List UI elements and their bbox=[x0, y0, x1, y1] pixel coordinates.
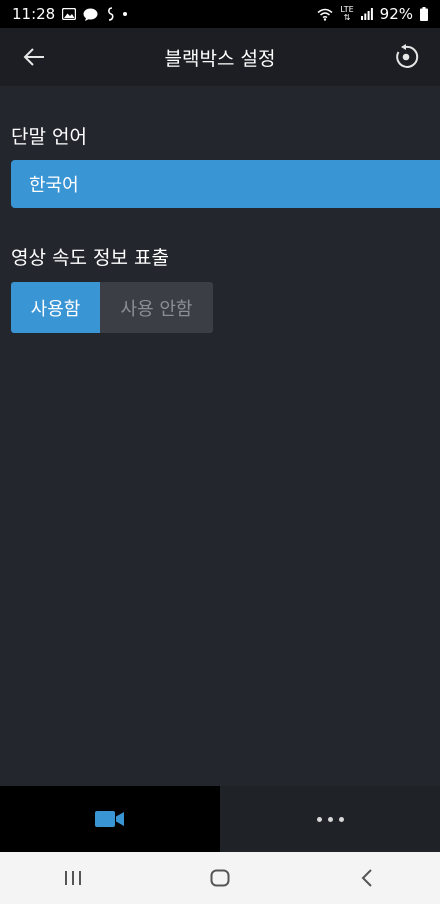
status-left: 11:28 bbox=[12, 5, 128, 23]
page-title: 블랙박스 설정 bbox=[164, 47, 276, 70]
home-icon bbox=[210, 869, 230, 887]
lte-arrows-icon: ⇅ bbox=[343, 13, 351, 22]
battery-icon bbox=[420, 7, 428, 21]
tab-blackbox[interactable] bbox=[0, 786, 220, 852]
battery-level: 92% bbox=[379, 5, 413, 23]
video-camera-icon bbox=[95, 811, 124, 827]
back-button[interactable] bbox=[14, 37, 54, 77]
more-notifications-dot-icon bbox=[122, 11, 128, 17]
wifi-icon bbox=[317, 8, 333, 21]
more-dots-icon bbox=[316, 816, 344, 822]
speed-overlay-disable-button[interactable]: 사용 안함 bbox=[100, 282, 213, 333]
recent-apps-icon bbox=[65, 871, 82, 885]
app-header: 블랙박스 설정 bbox=[0, 28, 440, 86]
system-back-button[interactable] bbox=[337, 858, 397, 898]
status-bar: 11:28 LTE ⇅ 92% bbox=[0, 0, 440, 28]
bottom-tab-bar bbox=[0, 786, 440, 852]
speed-overlay-label: 영상 속도 정보 표출 bbox=[11, 247, 169, 269]
reset-icon bbox=[396, 44, 419, 68]
status-right: LTE ⇅ 92% bbox=[317, 5, 428, 23]
gallery-notification-icon bbox=[62, 8, 77, 20]
talk-notification-icon bbox=[83, 8, 98, 21]
speed-overlay-enable-button[interactable]: 사용함 bbox=[11, 282, 100, 333]
chevron-left-icon bbox=[361, 869, 372, 887]
system-nav-bar bbox=[0, 852, 440, 904]
reset-button[interactable] bbox=[386, 37, 426, 77]
speed-overlay-toggle: 사용함 사용 안함 bbox=[11, 282, 213, 333]
settings-content: 단말 언어 한국어 영상 속도 정보 표출 사용함 사용 안함 bbox=[0, 86, 440, 786]
language-selected-value: 한국어 bbox=[29, 175, 79, 196]
signal-icon bbox=[360, 8, 373, 20]
app-notification-icon bbox=[105, 7, 115, 21]
language-selector[interactable]: 한국어 bbox=[11, 160, 440, 208]
lte-indicator: LTE ⇅ bbox=[340, 6, 353, 22]
recent-apps-button[interactable] bbox=[43, 858, 103, 898]
language-label: 단말 언어 bbox=[11, 126, 87, 148]
status-time: 11:28 bbox=[12, 5, 56, 23]
home-button[interactable] bbox=[190, 858, 250, 898]
tab-more[interactable] bbox=[220, 786, 440, 852]
back-arrow-icon bbox=[23, 48, 44, 66]
